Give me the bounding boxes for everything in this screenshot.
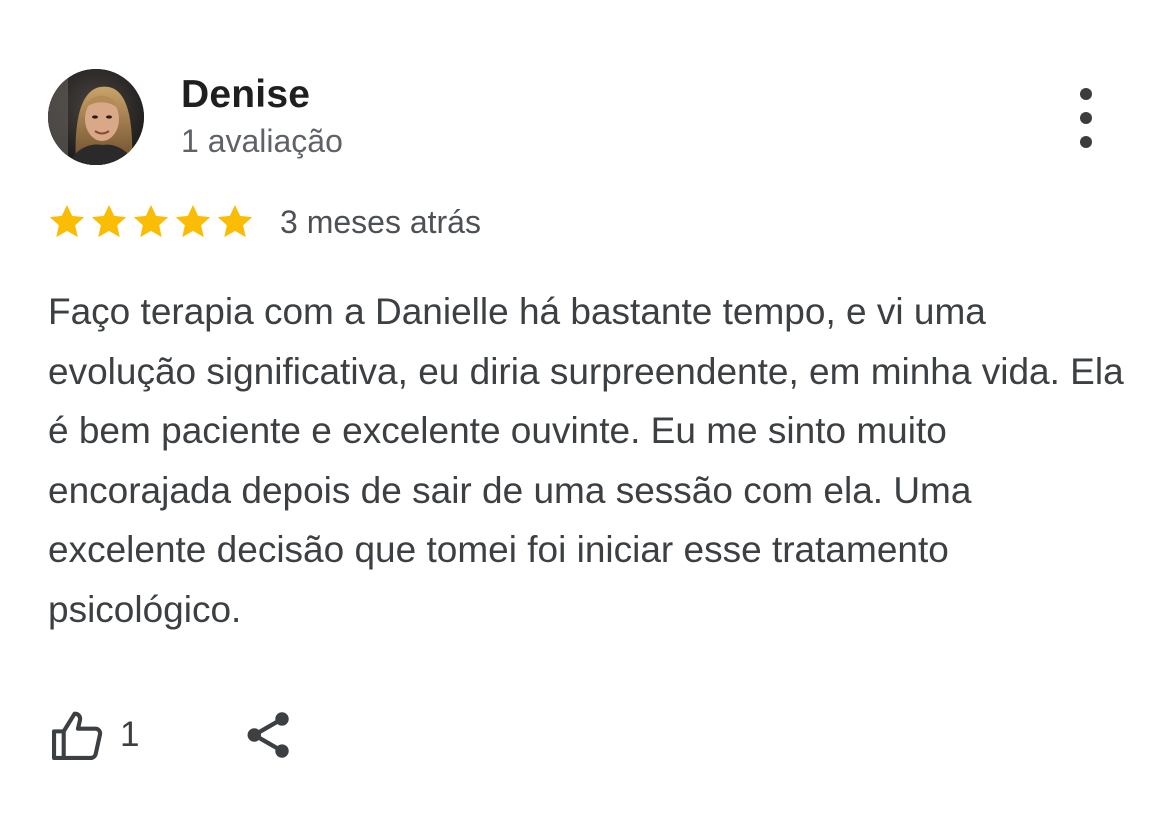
review-date: 3 meses atrás [280, 204, 481, 240]
share-icon [248, 712, 290, 758]
star-icon [175, 204, 211, 238]
reviewer-review-count: 1 avaliação [181, 123, 343, 159]
like-count: 1 [120, 715, 140, 754]
like-button[interactable]: 1 [48, 706, 139, 764]
thumbs-up-icon [51, 711, 103, 761]
star-rating [46, 201, 256, 243]
star-icon [133, 204, 169, 238]
star-icon [49, 204, 85, 238]
more-vertical-icon-dot [1080, 136, 1092, 148]
review-actions: 1 [48, 700, 295, 770]
review-card: Denise 1 avaliação 3 meses atrás Faço te… [0, 0, 1170, 830]
star-icon [217, 204, 253, 238]
review-text: Faço terapia com a Danielle há bastante … [48, 291, 1124, 630]
more-options-button[interactable] [1064, 88, 1108, 148]
more-vertical-icon-dot [1080, 112, 1092, 124]
avatar[interactable] [48, 69, 144, 165]
more-vertical-icon [1080, 88, 1092, 100]
reviewer-name[interactable]: Denise [181, 72, 310, 118]
star-icon [91, 204, 127, 238]
rating-row: 3 meses atrás [46, 199, 481, 245]
share-button[interactable] [243, 708, 295, 762]
